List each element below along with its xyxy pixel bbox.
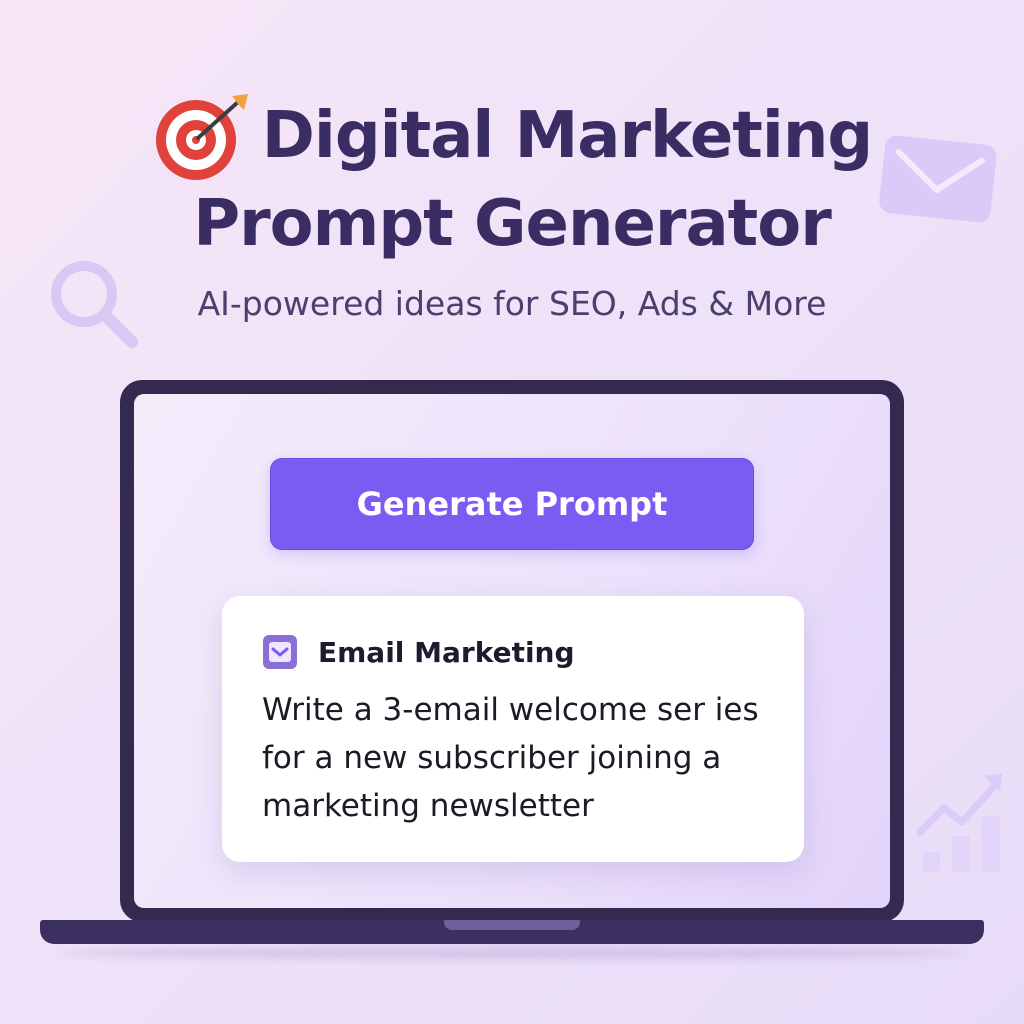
title-line-2: Prompt Generator [193, 187, 832, 261]
app-display: Generate Prompt Email Marketing Write a … [134, 394, 890, 908]
card-category: Email Marketing [318, 635, 575, 669]
laptop-screen: Generate Prompt Email Marketing Write a … [120, 380, 904, 922]
laptop-notch [444, 920, 580, 930]
title-text-line-1: Digital Marketing [261, 99, 873, 173]
mail-icon [263, 635, 297, 669]
subtitle: AI-powered ideas for SEO, Ads & More [197, 284, 827, 323]
page-title: Digital Marketing Prompt Generator [0, 92, 1024, 268]
title-line-1: Digital Marketing [152, 92, 873, 180]
prompt-card: Email Marketing Write a 3-email welcome … [222, 596, 804, 862]
generate-prompt-button[interactable]: Generate Prompt [270, 458, 754, 550]
prompt-text: Write a 3-email welcome ser ies for a ne… [262, 692, 759, 824]
growth-chart-icon [916, 774, 1002, 872]
target-icon [155, 94, 248, 180]
laptop-shadow [60, 946, 964, 960]
card-header: Email Marketing [262, 634, 764, 670]
